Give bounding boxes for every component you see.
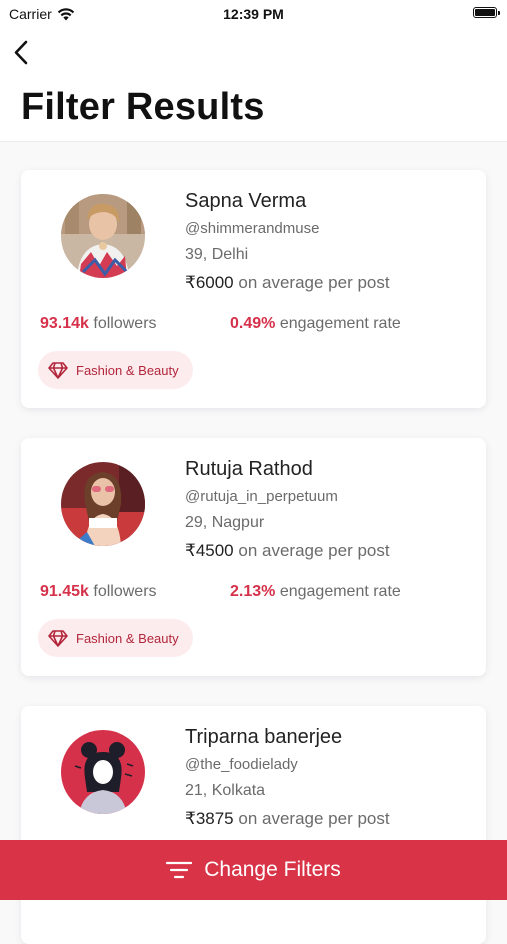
status-bar: Carrier 12:39 PM	[0, 0, 507, 30]
diamond-icon	[48, 362, 68, 379]
average-price: ₹6000 on average per post	[185, 273, 390, 293]
change-filters-button[interactable]: Change Filters	[0, 840, 507, 900]
followers-value: 93.14k	[40, 315, 89, 332]
price-amount: ₹6000	[185, 273, 234, 292]
price-amount: ₹3875	[185, 809, 234, 828]
influencer-card[interactable]: Triparna banerjee @the_foodielady 21, Ko…	[21, 706, 486, 944]
diamond-icon	[48, 630, 68, 647]
influencer-name: Rutuja Rathod	[185, 458, 313, 480]
avatar	[61, 462, 145, 546]
average-price: ₹3875 on average per post	[185, 809, 390, 829]
influencer-location: 39, Delhi	[185, 246, 249, 263]
price-amount: ₹4500	[185, 541, 234, 560]
followers-label: followers	[88, 583, 157, 600]
influencer-handle: @the_foodielady	[185, 756, 298, 773]
page-title: Filter Results	[21, 86, 265, 128]
engagement-value: 0.49%	[230, 315, 276, 332]
engagement-label: engagement rate	[275, 315, 401, 332]
influencer-card[interactable]: Rutuja Rathod @rutuja_in_perpetuum 29, N…	[21, 438, 486, 676]
chevron-left-icon	[14, 40, 28, 65]
category-label: Fashion & Beauty	[76, 362, 179, 378]
influencer-location: 29, Nagpur	[185, 514, 265, 531]
influencer-name: Sapna Verma	[185, 190, 307, 212]
followers-stat: 91.45k followers	[40, 583, 157, 601]
price-suffix: on average per post	[233, 273, 390, 292]
category-tag[interactable]: Fashion & Beauty	[38, 351, 193, 389]
engagement-value: 2.13%	[230, 583, 276, 600]
category-label: Fashion & Beauty	[76, 630, 179, 646]
price-suffix: on average per post	[233, 541, 390, 560]
price-suffix: on average per post	[233, 809, 390, 828]
influencer-handle: @shimmerandmuse	[185, 220, 320, 237]
avatar	[61, 194, 145, 278]
influencer-location: 21, Kolkata	[185, 782, 266, 799]
change-filters-label: Change Filters	[204, 858, 341, 881]
influencer-handle: @rutuja_in_perpetuum	[185, 488, 338, 505]
influencer-card[interactable]: Sapna Verma @shimmerandmuse 39, Delhi ₹6…	[21, 170, 486, 408]
influencer-name: Triparna banerjee	[185, 726, 343, 748]
nav-bar: Filter Results	[0, 30, 507, 142]
followers-value: 91.45k	[40, 583, 89, 600]
average-price: ₹4500 on average per post	[185, 541, 390, 561]
category-tag[interactable]: Fashion & Beauty	[38, 619, 193, 657]
status-time: 12:39 PM	[223, 6, 284, 22]
engagement-stat: 2.13% engagement rate	[230, 583, 401, 601]
followers-stat: 93.14k followers	[40, 315, 157, 333]
filter-lines-icon	[166, 861, 193, 879]
followers-label: followers	[88, 315, 157, 332]
engagement-label: engagement rate	[275, 583, 401, 600]
engagement-stat: 0.49% engagement rate	[230, 315, 401, 333]
battery-icon	[473, 7, 500, 18]
avatar	[61, 730, 145, 814]
back-button[interactable]	[10, 38, 34, 68]
